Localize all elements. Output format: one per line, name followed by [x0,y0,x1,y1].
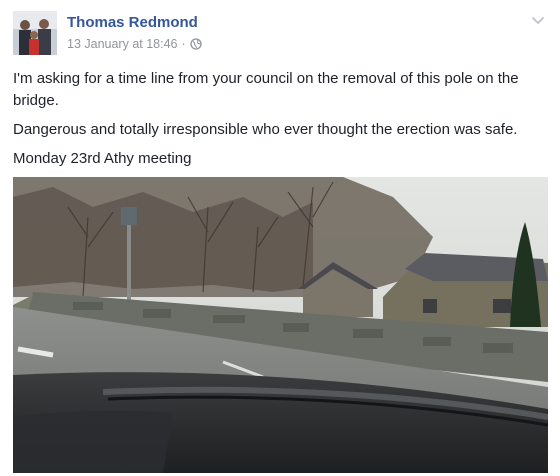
post-message: I'm asking for a time line from your cou… [13,68,548,177]
globe-icon[interactable] [190,38,202,50]
author-name-link[interactable]: Thomas Redmond [67,14,198,31]
author-avatar[interactable] [13,11,57,55]
post-video[interactable] [13,177,548,473]
facebook-post: Thomas Redmond 13 January at 18:46 · I'm… [0,0,560,476]
post-meta: 13 January at 18:46 · [67,37,202,51]
post-paragraph-2: Dangerous and totally irresponsible who … [13,121,518,138]
post-paragraph-3: Monday 23rd Athy meeting [13,150,192,167]
meta-separator: · [181,37,186,51]
post-timestamp-link[interactable]: 13 January at 18:46 [67,37,178,51]
chevron-down-icon[interactable] [530,12,546,28]
post-paragraph-1: I'm asking for a time line from your cou… [13,70,519,109]
